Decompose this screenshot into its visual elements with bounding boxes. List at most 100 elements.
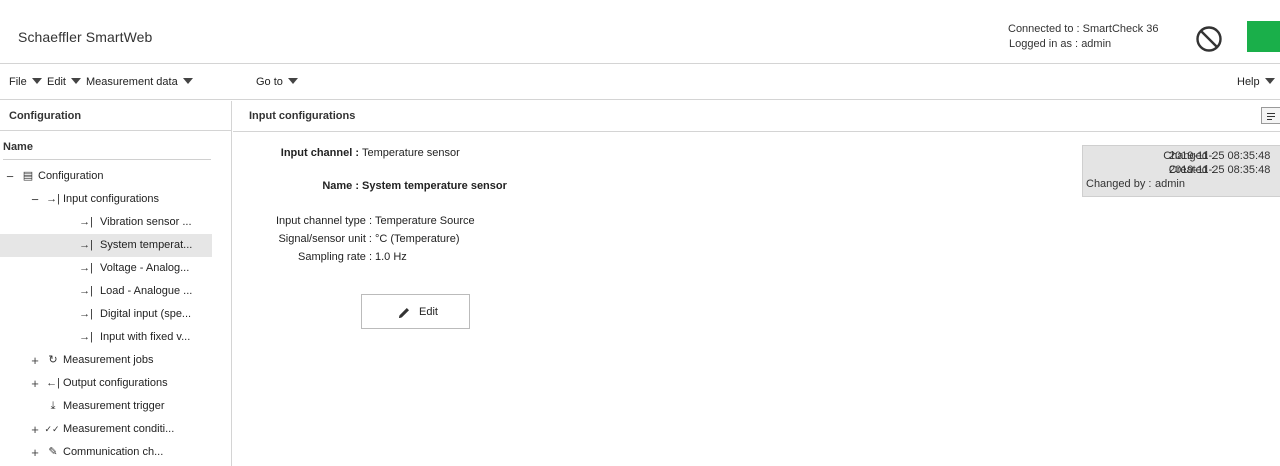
- menu-go-to-label: Go to: [256, 76, 283, 88]
- sampling-rate-value: 1.0 Hz: [375, 251, 407, 263]
- tree-item-input-fixed-value[interactable]: →| Input with fixed v...: [0, 326, 212, 349]
- created-row: Created : 2019-11-25 08:35:48: [1083, 163, 1280, 177]
- menu-measurement-data-label: Measurement data: [86, 76, 178, 88]
- tree-item-digital-input[interactable]: →| Digital input (spe...: [0, 303, 212, 326]
- double-check-icon: ✓✓: [44, 424, 60, 434]
- connected-value: SmartCheck 36: [1082, 23, 1159, 35]
- input-arrow-icon: →|: [79, 239, 93, 251]
- status-indicator: [1247, 21, 1280, 52]
- menu-edit-label: Edit: [47, 76, 66, 88]
- menu-measurement-data[interactable]: Measurement data: [86, 76, 193, 88]
- menu-help-label: Help: [1237, 76, 1260, 88]
- tree-item-label: Measurement conditi...: [63, 423, 175, 435]
- caret-down-icon: [31, 78, 42, 84]
- tree-item-measurement-trigger[interactable]: ⤓ Measurement trigger: [0, 395, 212, 418]
- input-arrow-icon: →|: [79, 216, 93, 228]
- change-info-box: Changed : 2019-11-25 08:35:48 Created : …: [1082, 145, 1280, 197]
- input-channel-label: Input channel :: [280, 147, 359, 159]
- logged-label: Logged in as :: [1009, 38, 1079, 50]
- tree-item-label: Measurement trigger: [63, 400, 165, 412]
- comment-line: [1267, 119, 1272, 120]
- tree-item-label: Input configurations: [63, 193, 160, 205]
- sensor-unit-value: °C (Temperature): [375, 233, 460, 245]
- tree-item-output-configurations[interactable]: + ←| Output configurations: [0, 372, 212, 395]
- menu-edit[interactable]: Edit: [47, 76, 81, 88]
- collapse-icon[interactable]: −: [29, 188, 41, 211]
- edit-button-label: Edit: [419, 306, 438, 318]
- tree-item-voltage-analogue[interactable]: →| Voltage - Analog...: [0, 257, 212, 280]
- communication-icon: ✎: [48, 446, 58, 458]
- tree-item-label: Voltage - Analog...: [100, 262, 190, 274]
- comment-icon[interactable]: [1261, 107, 1280, 124]
- menu-bar: File Edit Measurement data Go to Help: [0, 64, 1280, 100]
- tree-item-input-configurations[interactable]: − →| Input configurations: [0, 188, 212, 211]
- changed-row: Changed : 2019-11-25 08:35:48: [1083, 149, 1280, 163]
- input-channel-value: Temperature sensor: [362, 147, 460, 159]
- menu-file-label: File: [9, 76, 27, 88]
- sensor-unit-row: Signal/sensor unit : °C (Temperature): [233, 233, 733, 247]
- input-arrow-icon: →|: [79, 262, 93, 274]
- main-panel-title: Input configurations: [249, 110, 356, 122]
- trigger-icon: ⤓: [50, 400, 56, 412]
- connected-label: Connected to :: [1008, 23, 1080, 35]
- edit-button[interactable]: Edit: [361, 294, 470, 329]
- tree-item-measurement-jobs[interactable]: + ↻ Measurement jobs: [0, 349, 212, 372]
- expand-icon[interactable]: +: [29, 418, 41, 441]
- main-panel-header: Input configurations: [233, 101, 1280, 132]
- name-row: Name : System temperature sensor: [233, 180, 733, 194]
- collapse-icon[interactable]: −: [4, 165, 16, 188]
- no-entry-icon[interactable]: [1195, 25, 1223, 53]
- refresh-icon: ↻: [48, 354, 58, 366]
- tree-item-label: Output configurations: [63, 377, 168, 389]
- tree-item-load-analogue[interactable]: →| Load - Analogue ...: [0, 280, 212, 303]
- expand-icon[interactable]: +: [29, 441, 41, 464]
- tree-item-system-temperature[interactable]: →| System temperat...: [0, 234, 212, 257]
- column-divider: [3, 159, 211, 160]
- app-header: Schaeffler SmartWeb Connected to : Smart…: [0, 0, 1280, 64]
- tree-item-label: Input with fixed v...: [100, 331, 191, 343]
- comment-line: [1267, 113, 1275, 114]
- channel-type-value: Temperature Source: [375, 215, 475, 227]
- tree-item-communication-channels[interactable]: + ✎ Communication ch...: [0, 441, 212, 464]
- caret-down-icon: [287, 78, 298, 84]
- pencil-icon: [399, 308, 409, 318]
- caret-down-icon: [1264, 78, 1275, 84]
- tree-item-label: Digital input (spe...: [100, 308, 192, 320]
- tree-item-label: Load - Analogue ...: [100, 285, 193, 297]
- configuration-icon: ▤: [22, 170, 34, 182]
- connection-info: Connected to : SmartCheck 36 Logged in a…: [1008, 22, 1158, 52]
- expand-icon[interactable]: +: [29, 372, 41, 395]
- sensor-unit-label: Signal/sensor unit :: [278, 233, 372, 245]
- sampling-rate-row: Sampling rate : 1.0 Hz: [233, 251, 733, 265]
- input-arrow-icon: →|: [79, 285, 93, 297]
- configuration-panel: Configuration Name − ▤ Configuration − →…: [0, 101, 232, 466]
- caret-down-icon: [70, 78, 81, 84]
- menu-file[interactable]: File: [9, 76, 42, 88]
- created-value: 2019-11-25 08:35:48: [1169, 164, 1271, 176]
- input-arrow-icon: →|: [79, 331, 93, 343]
- menu-help[interactable]: Help: [1237, 76, 1275, 88]
- comment-line: [1267, 116, 1275, 117]
- changed-by-value: admin: [1155, 178, 1185, 190]
- name-column-header[interactable]: Name: [3, 141, 33, 153]
- name-value: System temperature sensor: [362, 180, 507, 192]
- tree-item-measurement-conditions[interactable]: + ✓✓ Measurement conditi...: [0, 418, 212, 441]
- input-arrow-icon: →|: [79, 308, 93, 320]
- app-title: Schaeffler SmartWeb: [18, 29, 153, 45]
- expand-icon[interactable]: +: [29, 349, 41, 372]
- changed-value: 2019-11-25 08:35:48: [1169, 150, 1271, 162]
- changed-by-row: Changed by : admin: [1083, 177, 1280, 191]
- tree-item-configuration[interactable]: − ▤ Configuration: [0, 165, 212, 188]
- output-arrow-icon: ←|: [46, 377, 60, 389]
- tree-item-label: Measurement jobs: [63, 354, 154, 366]
- menu-go-to[interactable]: Go to: [256, 76, 298, 88]
- configuration-panel-title: Configuration: [0, 101, 231, 131]
- tree-item-vibration-sensor[interactable]: →| Vibration sensor ...: [0, 211, 212, 234]
- input-channel-row: Input channel : Temperature sensor: [233, 147, 733, 161]
- changed-by-label: Changed by :: [1086, 178, 1152, 190]
- logged-value: admin: [1081, 38, 1112, 50]
- sampling-rate-label: Sampling rate :: [298, 251, 372, 263]
- input-arrow-icon: →|: [46, 193, 60, 205]
- tree-item-label: System temperat...: [100, 239, 193, 251]
- channel-type-label: Input channel type :: [275, 215, 372, 227]
